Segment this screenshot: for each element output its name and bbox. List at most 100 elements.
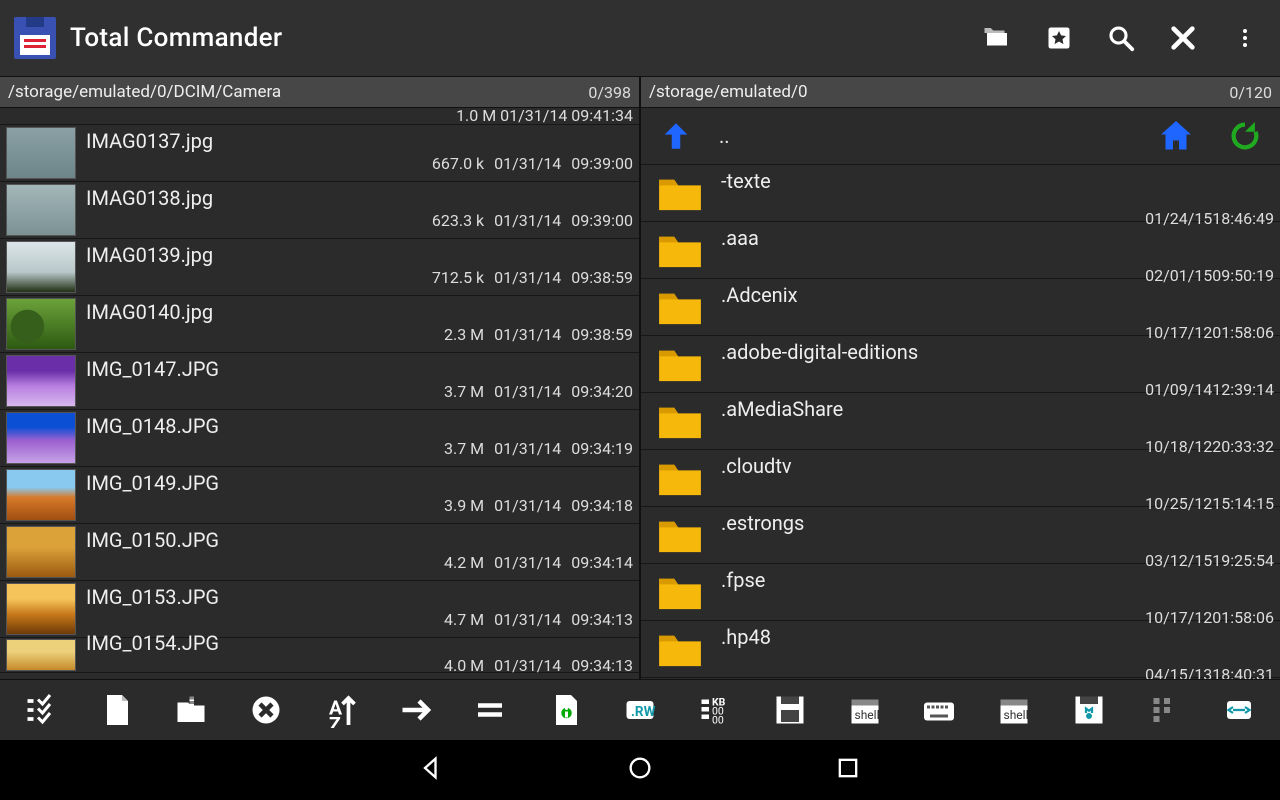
file-meta: 623.3 k01/31/1409:39:00	[432, 211, 633, 230]
svg-text:00: 00	[712, 714, 724, 727]
list-item[interactable]: IMG_0149.JPG 3.9 M01/31/1409:34:18	[0, 467, 639, 524]
search-icon[interactable]	[1104, 21, 1138, 55]
delete-button[interactable]	[228, 680, 303, 740]
file-name: IMG_0154.JPG	[86, 631, 219, 655]
thumbnail	[6, 241, 76, 293]
right-count: 0/120	[1229, 83, 1272, 102]
list-item[interactable]: .cloudtv 10/25/1215:14:15	[641, 450, 1280, 507]
folder-name: .fpse	[721, 568, 765, 592]
file-name: IMG_0153.JPG	[86, 585, 219, 609]
list-item[interactable]: -texte 01/24/1518:46:49	[641, 165, 1280, 222]
thumbnail	[6, 583, 76, 635]
copy-button[interactable]	[79, 680, 154, 740]
shell1-button[interactable]: shell	[827, 680, 902, 740]
up-row[interactable]: ..	[641, 108, 1280, 165]
app-title: Total Commander	[70, 23, 282, 53]
folders-icon[interactable]	[980, 21, 1014, 55]
folder-name: .cloudtv	[721, 454, 792, 478]
refresh-icon[interactable]	[1228, 119, 1262, 153]
folder-icon	[657, 573, 703, 611]
file-name: IMAG0137.jpg	[86, 129, 213, 153]
disk-music-button[interactable]	[1052, 680, 1127, 740]
left-file-list[interactable]: 1.0 M 01/31/14 09:41:34 IMAG0137.jpg 667…	[0, 108, 639, 679]
kb-button[interactable]: KB0000	[677, 680, 752, 740]
list-item[interactable]: IMAG0137.jpg 667.0 k01/31/1409:39:00	[0, 125, 639, 182]
appbar-actions	[980, 21, 1262, 55]
list-item[interactable]: IMAG0138.jpg 623.3 k01/31/1409:39:00	[0, 182, 639, 239]
right-pane: /storage/emulated/0 0/120 .. -texte 01/2…	[641, 76, 1280, 679]
left-cut-row: 1.0 M 01/31/14 09:41:34	[0, 108, 639, 125]
thumbnail	[6, 298, 76, 350]
equal-button[interactable]	[453, 680, 528, 740]
list-item[interactable]: IMG_0153.JPG 4.7 M01/31/1409:34:13	[0, 581, 639, 638]
file-meta: 3.7 M01/31/1409:34:19	[444, 439, 633, 458]
file-name: IMAG0140.jpg	[86, 300, 213, 324]
folder-name: .adobe-digital-editions	[721, 340, 918, 364]
left-pane: /storage/emulated/0/DCIM/Camera 0/398 1.…	[0, 76, 641, 679]
android-navbar	[0, 740, 1280, 800]
right-file-list[interactable]: .. -texte 01/24/1518:46:49 .aaa 02/01/15…	[641, 108, 1280, 679]
sort-button[interactable]: AZ	[303, 680, 378, 740]
disk1-button[interactable]	[752, 680, 827, 740]
thumbnail	[6, 355, 76, 407]
file-meta: 667.0 k01/31/1409:39:00	[432, 154, 633, 173]
list-item[interactable]: .fpse 10/17/1201:58:06	[641, 564, 1280, 621]
list-item[interactable]: IMG_0147.JPG 3.7 M01/31/1409:34:20	[0, 353, 639, 410]
bookmark-icon[interactable]	[1042, 21, 1076, 55]
file-name: IMG_0148.JPG	[86, 414, 219, 438]
app-root: Total Commander /storage/emulated/0	[0, 0, 1280, 800]
folder-icon	[657, 345, 703, 383]
file-meta: 4.7 M01/31/1409:34:13	[444, 610, 633, 629]
svg-text:Z: Z	[329, 713, 341, 728]
list-item[interactable]: IMG_0154.JPG 4.0 M01/31/1409:34:13	[0, 638, 639, 673]
rw-button[interactable]: .RW	[603, 680, 678, 740]
list-item[interactable]: IMG_0150.JPG 4.2 M01/31/1409:34:14	[0, 524, 639, 581]
thumbnail	[6, 526, 76, 578]
thumbnail	[6, 639, 76, 671]
folder-name: .estrongs	[721, 511, 804, 535]
move-button[interactable]	[378, 680, 453, 740]
folder-icon	[657, 231, 703, 269]
thumbnail	[6, 412, 76, 464]
svg-text:shell: shell	[1004, 708, 1029, 722]
app-bar: Total Commander	[0, 0, 1280, 76]
select-button[interactable]	[4, 680, 79, 740]
file-name: IMAG0139.jpg	[86, 243, 213, 267]
folder-icon	[657, 402, 703, 440]
overflow-button[interactable]	[1126, 680, 1201, 740]
close-icon[interactable]	[1166, 21, 1200, 55]
folder-icon	[657, 516, 703, 554]
shell2-button[interactable]: shell	[977, 680, 1052, 740]
right-path-bar[interactable]: /storage/emulated/0 0/120	[641, 76, 1280, 108]
up-label: ..	[719, 124, 730, 148]
list-item[interactable]: .Adcenix 10/17/1201:58:06	[641, 279, 1280, 336]
info-button[interactable]	[528, 680, 603, 740]
folder-icon	[657, 459, 703, 497]
home-icon[interactable]	[1158, 118, 1194, 154]
list-item[interactable]: .aMediaShare 10/18/1220:33:32	[641, 393, 1280, 450]
zip-button[interactable]	[154, 680, 229, 740]
back-button[interactable]	[418, 754, 446, 786]
swap-button[interactable]	[1201, 680, 1276, 740]
svg-text:shell: shell	[854, 708, 879, 722]
home-button[interactable]	[626, 754, 654, 786]
panes: /storage/emulated/0/DCIM/Camera 0/398 1.…	[0, 76, 1280, 679]
list-item[interactable]: .hp48 04/15/1318:40:31	[641, 621, 1280, 678]
list-item[interactable]: .estrongs 03/12/1519:25:54	[641, 507, 1280, 564]
file-meta: 712.5 k01/31/1409:38:59	[432, 268, 633, 287]
recent-button[interactable]	[834, 754, 862, 786]
keyboard-button[interactable]	[902, 680, 977, 740]
folder-name: .hp48	[721, 625, 771, 649]
list-item[interactable]: IMAG0139.jpg 712.5 k01/31/1409:38:59	[0, 239, 639, 296]
list-item[interactable]: .aaa 02/01/1509:50:19	[641, 222, 1280, 279]
left-count: 0/398	[588, 83, 631, 102]
left-path-bar[interactable]: /storage/emulated/0/DCIM/Camera 0/398	[0, 76, 639, 108]
menu-overflow-icon[interactable]	[1228, 21, 1262, 55]
svg-text:.RW: .RW	[631, 704, 656, 720]
list-item[interactable]: IMAG0140.jpg 2.3 M01/31/1409:38:59	[0, 296, 639, 353]
bottom-toolbar: AZ .RW KB0000 shell shell	[0, 679, 1280, 740]
list-item[interactable]: IMG_0148.JPG 3.7 M01/31/1409:34:19	[0, 410, 639, 467]
list-item[interactable]: .adobe-digital-editions 01/09/1412:39:14	[641, 336, 1280, 393]
folder-name: -texte	[721, 169, 771, 193]
file-meta: 3.9 M01/31/1409:34:18	[444, 496, 633, 515]
